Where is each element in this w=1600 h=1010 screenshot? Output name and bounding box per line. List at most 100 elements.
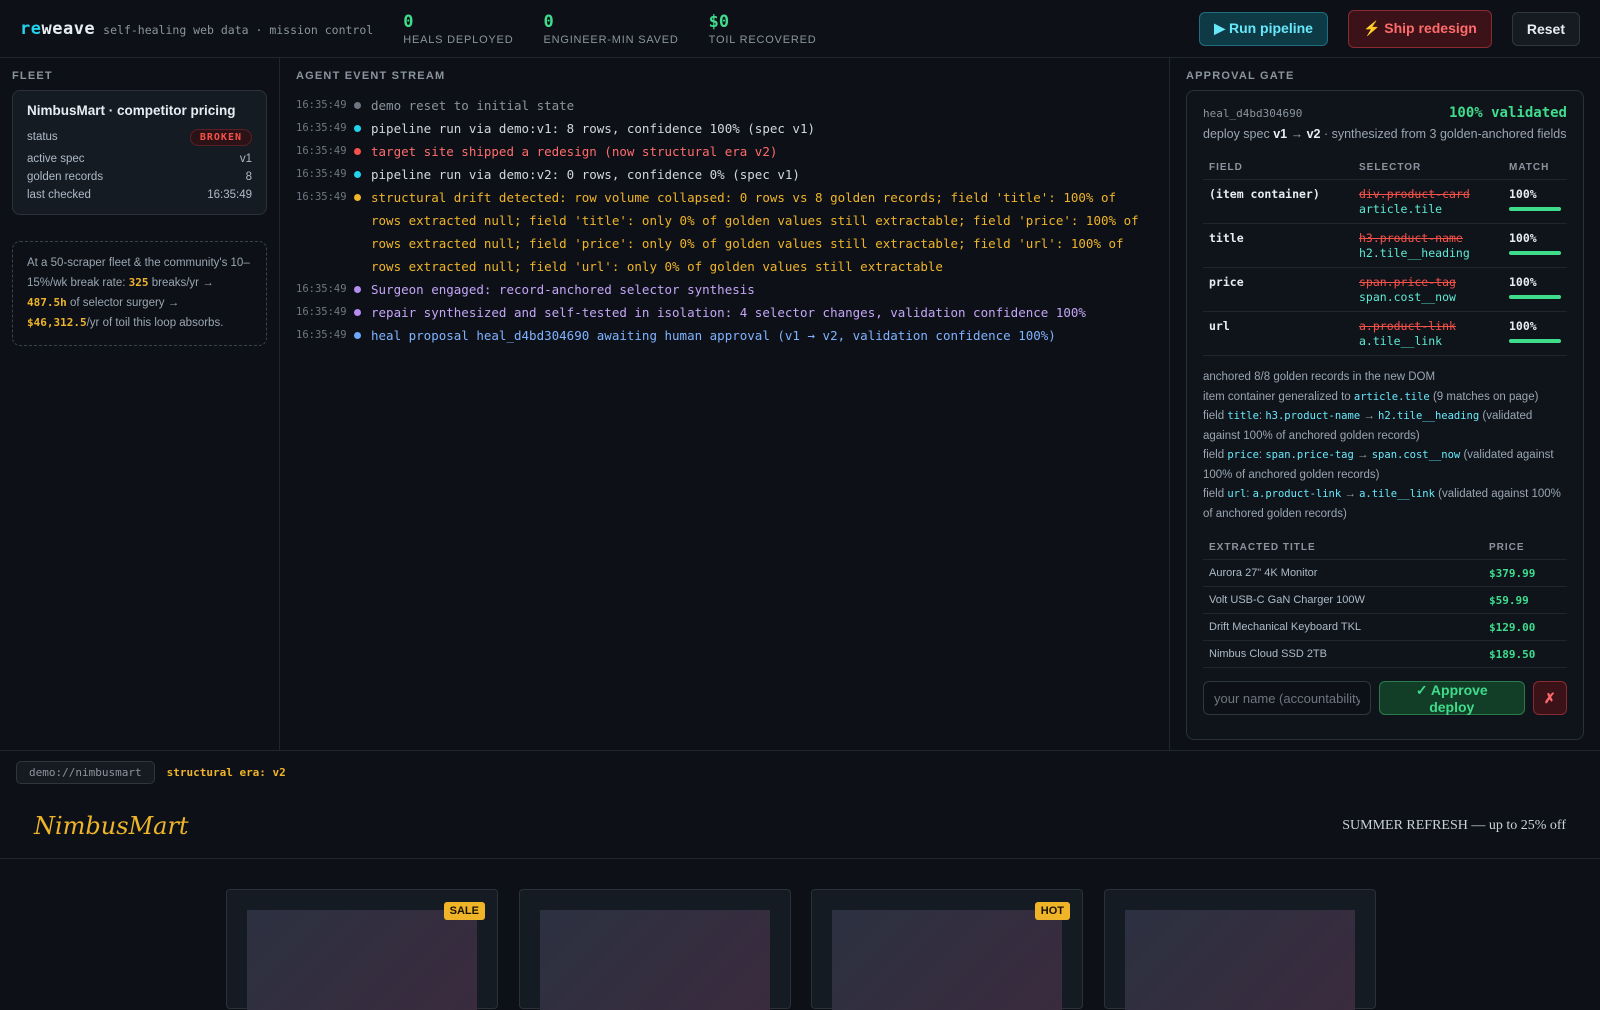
heal-proposal: heal_d4bd304690 100% validated deploy sp… [1186, 90, 1584, 740]
active-spec-row: active spec v1 [27, 153, 252, 165]
field-note: field price: span.price-tag → span.cost_… [1203, 449, 1554, 481]
event-time: 16:35:49 [296, 306, 347, 318]
preview-row: Nimbus Cloud SSD 2TB $189.50 [1203, 640, 1567, 668]
event-message: repair synthesized and self-tested in is… [371, 305, 1086, 320]
product-image [247, 910, 477, 1010]
app-tagline: self-healing web data · mission control [103, 23, 374, 37]
deploy-summary: deploy spec v1 → v2 · synthesized from 3… [1203, 127, 1567, 141]
scraper-card[interactable]: NimbusMart · competitor pricing status B… [12, 90, 267, 215]
product-tile[interactable] [519, 889, 791, 1010]
ship-redesign-button[interactable]: ⚡ Ship redesign [1347, 9, 1492, 48]
product-image [540, 910, 770, 1010]
event-row: 16:35:49 target site shipped a redesign (… [296, 140, 1153, 163]
event-message: heal proposal heal_d4bd304690 awaiting h… [371, 328, 1056, 343]
event-dot-icon [354, 125, 361, 132]
selector-changes-table: FIELD SELECTOR MATCH (item container) div… [1203, 156, 1567, 356]
approve-deploy-button[interactable]: ✓ Approve deploy [1379, 681, 1525, 715]
new-selector: h2.tile__heading [1359, 246, 1470, 260]
fleet-panel: FLEET NimbusMart · competitor pricing st… [0, 58, 280, 750]
stat-toil-recovered: $0 TOIL RECOVERED [708, 11, 817, 46]
event-dot-icon [354, 286, 361, 293]
product-tile[interactable]: HOT [811, 889, 1083, 1010]
selector-change-row: url a.product-link a.tile__link 100% [1203, 311, 1567, 356]
match-bar [1509, 295, 1561, 299]
event-row: 16:35:49 pipeline run via demo:v2: 0 rows… [296, 163, 1153, 186]
field-name: url [1209, 319, 1230, 333]
approval-gate-title: APPROVAL GATE [1186, 70, 1295, 82]
match-percent: 100% [1509, 231, 1537, 245]
heal-id: heal_d4bd304690 [1203, 106, 1303, 120]
new-selector: a.tile__link [1359, 334, 1443, 348]
event-stream-panel: AGENT EVENT STREAM 16:35:49 demo reset to… [280, 58, 1170, 750]
event-row: 16:35:49 heal proposal heal_d4bd304690 aw… [296, 324, 1153, 347]
event-message: target site shipped a redesign (now stru… [371, 144, 778, 159]
product-image [832, 910, 1062, 1010]
event-time: 16:35:49 [296, 168, 347, 180]
match-percent: 100% [1509, 187, 1537, 201]
old-selector: span.price-tag [1359, 275, 1456, 289]
field-name: price [1209, 275, 1244, 289]
preview-row: Aurora 27" 4K Monitor $379.99 [1203, 559, 1567, 587]
product-tiles: SALE HOT [0, 859, 1600, 1010]
event-row: 16:35:49 structural drift detected: row v… [296, 186, 1153, 278]
product-tile[interactable]: SALE [226, 889, 498, 1010]
reject-button[interactable]: ✗ [1532, 681, 1567, 715]
extracted-price: $189.50 [1483, 640, 1567, 668]
run-pipeline-button[interactable]: ▶ Run pipeline [1199, 11, 1328, 46]
stat-engineer-min-saved: 0 ENGINEER-MIN SAVED [543, 11, 679, 46]
match-bar [1509, 339, 1561, 343]
event-time: 16:35:49 [296, 329, 347, 341]
field-note: field title: h3.product-name → h2.tile__… [1203, 410, 1533, 442]
event-dot-icon [354, 148, 361, 155]
event-dot-icon [354, 332, 361, 339]
app-logo: reweave [20, 18, 96, 39]
selector-change-row: title h3.product-name h2.tile__heading 100% [1203, 223, 1567, 268]
target-site-preview: demo://nimbusmart structural era: v2 Nim… [0, 750, 1600, 1010]
event-dot-icon [354, 194, 361, 201]
extracted-price: $59.99 [1483, 586, 1567, 614]
event-message: pipeline run via demo:v2: 0 rows, confid… [371, 167, 800, 182]
event-row: 16:35:49 repair synthesized and self-test… [296, 301, 1153, 324]
top-bar: reweave self-healing web data · mission … [0, 0, 1600, 58]
product-tag-badge: HOT [1034, 902, 1070, 920]
reset-button[interactable]: Reset [1511, 11, 1580, 46]
extracted-title: Drift Mechanical Keyboard TKL [1203, 613, 1483, 641]
extracted-title: Nimbus Cloud SSD 2TB [1203, 640, 1483, 668]
match-bar [1509, 251, 1561, 255]
preview-row: Volt USB-C GaN Charger 100W $59.99 [1203, 586, 1567, 614]
last-checked-row: last checked 16:35:49 [27, 189, 252, 201]
event-time: 16:35:49 [296, 99, 347, 111]
product-tag-badge: SALE [443, 902, 485, 920]
event-dot-icon [354, 171, 361, 178]
extraction-preview-table: EXTRACTED TITLE PRICE Aurora 27" 4K Moni… [1203, 536, 1567, 668]
container-note: item container generalized to article.ti… [1203, 390, 1539, 403]
extracted-price: $379.99 [1483, 559, 1567, 587]
new-selector: span.cost__now [1359, 290, 1456, 304]
site-header: NimbusMart SUMMER REFRESH — up to 25% of… [0, 793, 1600, 859]
preview-row: Drift Mechanical Keyboard TKL $129.00 [1203, 613, 1567, 641]
anchored-note: anchored 8/8 golden records in the new D… [1203, 371, 1436, 383]
site-promo: SUMMER REFRESH — up to 25% off [1342, 817, 1566, 833]
preview-url: demo://nimbusmart [16, 760, 155, 784]
repair-notes: anchored 8/8 golden records in the new D… [1203, 368, 1567, 524]
golden-records-row: golden records 8 [27, 171, 252, 183]
event-message: demo reset to initial state [371, 98, 575, 113]
structural-era-label: structural era: v2 [166, 765, 286, 779]
event-dot-icon [354, 309, 361, 316]
approver-name-input[interactable] [1203, 681, 1371, 715]
old-selector: div.product-card [1359, 187, 1470, 201]
event-list: 16:35:49 demo reset to initial state 16:35… [296, 94, 1153, 347]
product-tile[interactable] [1104, 889, 1376, 1010]
match-bar [1509, 207, 1561, 211]
site-logo: NimbusMart [34, 811, 189, 840]
event-message: structural drift detected: row volume co… [371, 190, 1139, 274]
extracted-price: $129.00 [1483, 613, 1567, 641]
event-row: 16:35:49 Surgeon engaged: record-anchored… [296, 278, 1153, 301]
event-dot-icon [354, 102, 361, 109]
validation-badge: 100% validated [1448, 105, 1567, 121]
match-percent: 100% [1509, 275, 1537, 289]
event-time: 16:35:49 [296, 283, 347, 295]
selector-change-row: (item container) div.product-card article.… [1203, 179, 1567, 224]
selector-change-row: price span.price-tag span.cost__now 100% [1203, 267, 1567, 312]
field-name: (item container) [1209, 187, 1320, 201]
